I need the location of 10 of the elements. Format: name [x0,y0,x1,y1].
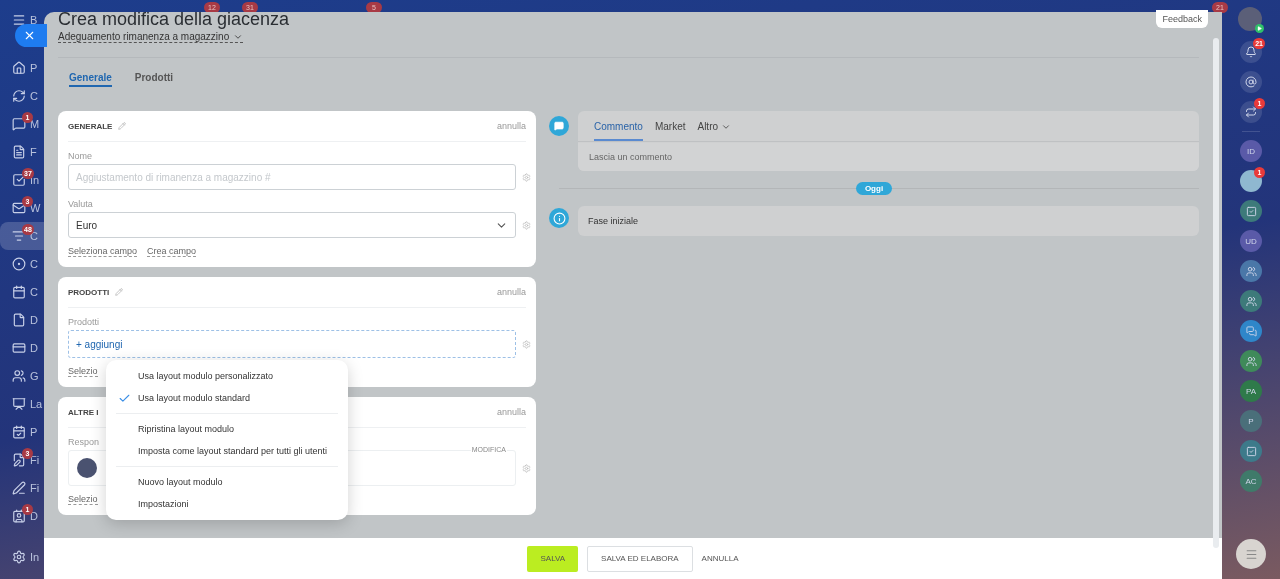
field-label: Valuta [68,199,93,209]
brand-text: B [30,14,38,26]
section-title: PRODOTTI [68,287,110,297]
field-label: Nome [68,151,92,161]
date-label: Oggi [855,182,893,195]
field-label: Respon [68,437,100,447]
section-title: ALTRE I [68,407,99,417]
field-label: Prodotti [68,317,100,327]
section-title: GENERALE [68,121,113,131]
timeline-event: Fase iniziale [578,206,1199,236]
